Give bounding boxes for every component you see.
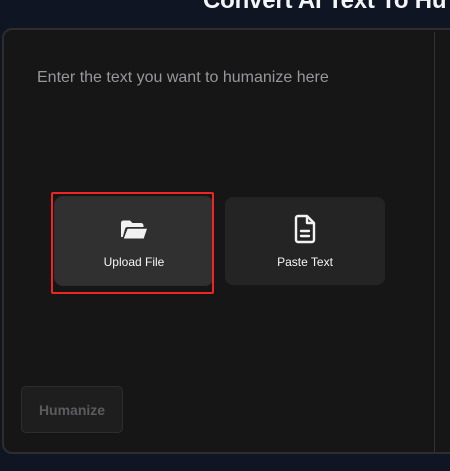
- text-editor-panel[interactable]: Enter the text you want to humanize here…: [2, 28, 450, 454]
- humanize-button[interactable]: Humanize: [21, 386, 123, 433]
- page-title: Convert AI Text To Hu: [203, 0, 447, 14]
- humanizer-page: Convert AI Text To Hu Enter the text you…: [0, 0, 450, 471]
- panel-divider: [434, 32, 435, 452]
- upload-file-button[interactable]: Upload File: [55, 197, 213, 285]
- document-icon: [290, 214, 320, 244]
- folder-open-icon: [119, 214, 149, 244]
- upload-file-label: Upload File: [103, 254, 165, 269]
- paste-text-button[interactable]: Paste Text: [225, 197, 385, 285]
- paste-text-label: Paste Text: [277, 254, 333, 269]
- text-input-placeholder[interactable]: Enter the text you want to humanize here: [37, 68, 329, 88]
